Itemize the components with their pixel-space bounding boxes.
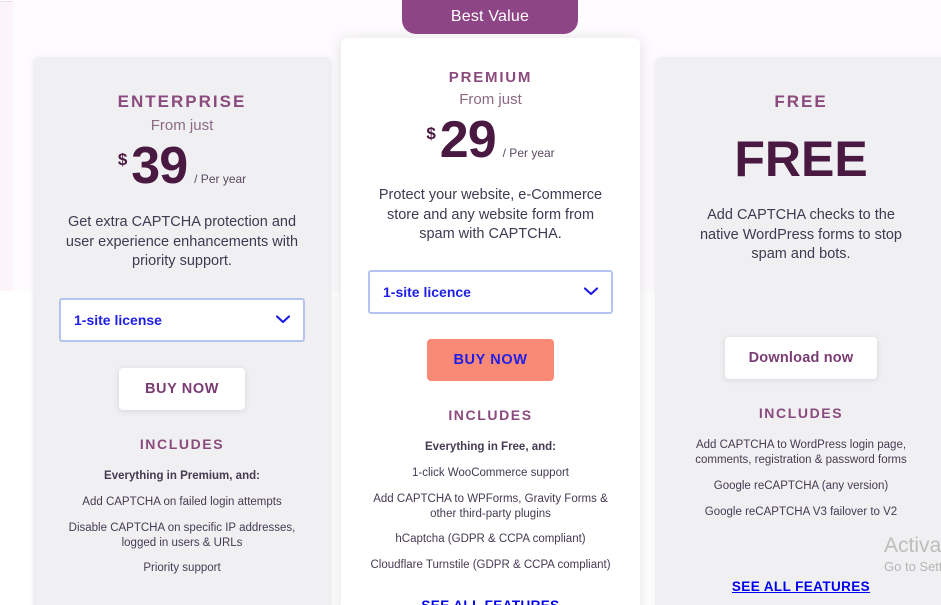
download-now-button-free[interactable]: Download now — [724, 336, 878, 379]
list-item: Everything in Free, and: — [425, 440, 556, 453]
price-amount: 39 — [131, 137, 188, 195]
includes-heading-free: INCLUDES — [758, 404, 844, 421]
list-item: hCaptcha (GDPR & CCPA compliant) — [395, 533, 586, 546]
price-premium: $ 29 / Per year — [341, 114, 640, 166]
chevron-down-icon — [273, 310, 293, 330]
license-select-premium[interactable]: 1-site licence — [368, 269, 613, 314]
list-item: Add CAPTCHA to WPForms, Gravity Forms & … — [373, 492, 608, 520]
plan-title-premium: PREMIUM — [448, 69, 533, 86]
chevron-down-icon — [581, 282, 601, 302]
best-value-badge: Best Value — [402, 0, 578, 34]
list-item: 1-click WooCommerce support — [411, 466, 569, 479]
buy-now-button-premium[interactable]: BUY NOW — [427, 338, 554, 381]
includes-heading-enterprise: INCLUDES — [139, 435, 225, 452]
plan-title-free: FREE — [774, 92, 828, 111]
list-item: Everything in Premium, and: — [104, 469, 260, 482]
price-free: FREE — [655, 134, 941, 184]
price-period: / Per year — [502, 146, 555, 160]
plan-description-enterprise: Get extra CAPTCHA protection and user ex… — [65, 214, 299, 270]
feature-list-enterprise: Everything in Premium, and: Add CAPTCHA … — [33, 469, 331, 577]
see-all-features-link-free[interactable]: SEE ALL FEATURES — [732, 579, 870, 594]
list-item: Google reCAPTCHA (any version) — [713, 479, 889, 492]
price-amount: 29 — [439, 111, 497, 169]
pricing-cards: ENTERPRISE From just $ 39 / Per year Get… — [0, 0, 941, 605]
list-item: Add CAPTCHA to WordPress login page, com… — [695, 438, 907, 466]
price-amount: FREE — [734, 131, 868, 187]
list-item: Disable CAPTCHA on specific IP addresses… — [68, 521, 296, 549]
plan-description-premium: Protect your website, e-Commerce store a… — [378, 187, 603, 243]
list-item: Priority support — [143, 562, 221, 575]
plan-description-free: Add CAPTCHA checks to the native WordPre… — [699, 207, 902, 263]
price-enterprise: $ 39 / Per year — [33, 140, 331, 192]
feature-list-premium: Everything in Free, and: 1-click WooComm… — [341, 440, 640, 574]
license-select-value: 1-site licence — [383, 283, 471, 300]
license-select-enterprise[interactable]: 1-site license — [59, 297, 305, 342]
buy-now-button-enterprise[interactable]: BUY NOW — [118, 367, 246, 410]
list-item: Add CAPTCHA on failed login attempts — [82, 495, 282, 508]
plan-subtitle-premium: From just — [459, 91, 522, 108]
plan-subtitle-enterprise: From just — [150, 117, 214, 134]
currency-symbol: $ — [117, 150, 128, 169]
currency-symbol: $ — [426, 124, 436, 143]
plan-card-enterprise: ENTERPRISE From just $ 39 / Per year Get… — [33, 57, 331, 605]
feature-list-free: Add CAPTCHA to WordPress login page, com… — [655, 438, 941, 520]
list-item: Google reCAPTCHA V3 failover to V2 — [704, 505, 898, 518]
includes-heading-premium: INCLUDES — [448, 406, 533, 423]
price-period: / Per year — [194, 172, 247, 186]
plan-card-free: FREE FREE Add CAPTCHA checks to the nati… — [655, 57, 941, 605]
license-select-value: 1-site license — [74, 311, 162, 328]
pricing-page: ENTERPRISE From just $ 39 / Per year Get… — [0, 0, 941, 605]
plan-card-premium: PREMIUM From just $ 29 / Per year Protec… — [341, 38, 640, 605]
plan-title-enterprise: ENTERPRISE — [117, 92, 247, 111]
see-all-features-link-premium[interactable]: SEE ALL FEATURES — [421, 598, 559, 605]
list-item: Cloudflare Turnstile (GDPR & CCPA compli… — [370, 559, 611, 572]
